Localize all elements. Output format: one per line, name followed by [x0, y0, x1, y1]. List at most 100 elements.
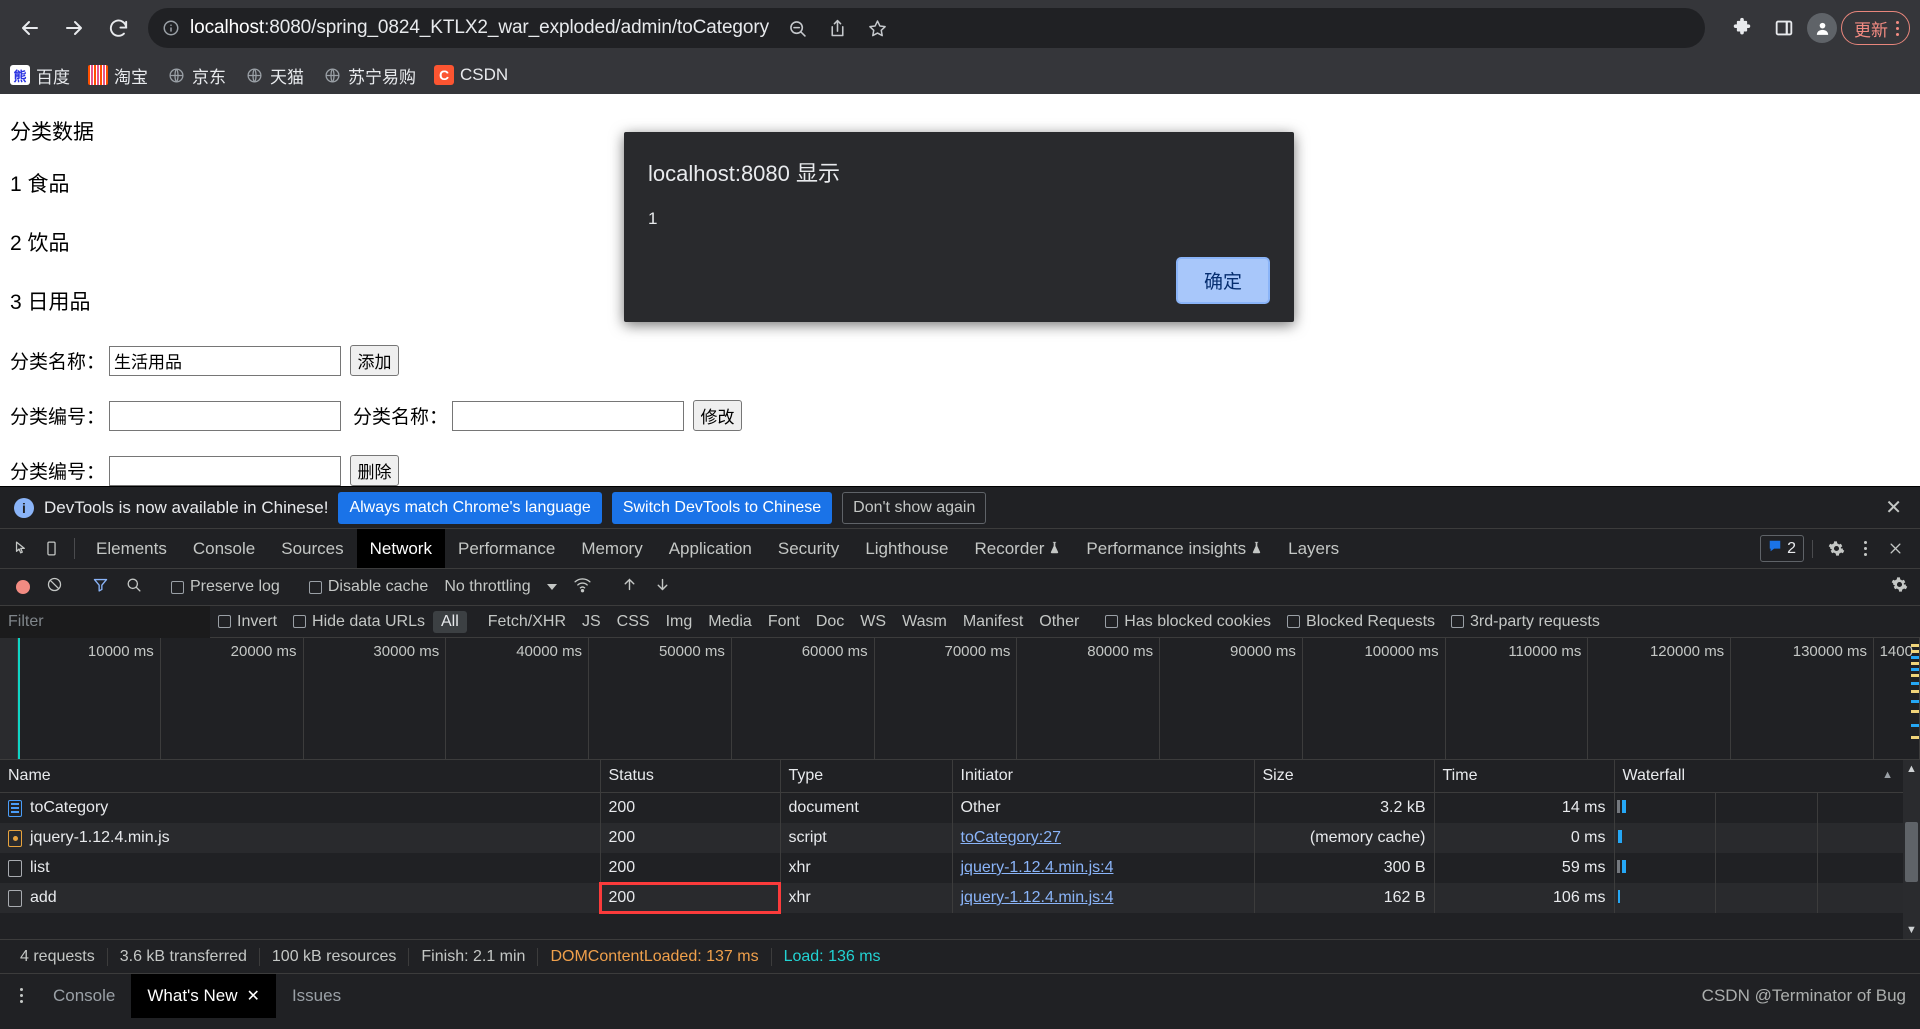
- throttling-select[interactable]: No throttling: [436, 578, 538, 596]
- filter-type-all[interactable]: All: [432, 610, 467, 633]
- initiator-link[interactable]: toCategory:27: [961, 829, 1062, 846]
- record-button[interactable]: [8, 580, 38, 594]
- import-har-button[interactable]: [613, 576, 646, 598]
- close-icon[interactable]: [1880, 541, 1910, 556]
- tab-recorder[interactable]: Recorder: [962, 529, 1074, 568]
- column-name[interactable]: Name: [0, 760, 601, 793]
- delete-id-input[interactable]: [109, 455, 342, 486]
- table-row[interactable]: add 200 xhr jquery-1.12.4.min.js:4 162 B…: [0, 882, 1920, 914]
- issues-badge[interactable]: 2: [1760, 535, 1804, 562]
- puzzle-extensions-icon[interactable]: [1723, 9, 1761, 47]
- filter-type-fetch-xhr[interactable]: Fetch/XHR: [480, 611, 574, 633]
- switch-devtools-chinese-button[interactable]: Switch DevTools to Chinese: [611, 491, 833, 524]
- update-id-input[interactable]: [109, 400, 342, 431]
- table-row[interactable]: list 200 xhr jquery-1.12.4.min.js:4 300 …: [0, 853, 1920, 883]
- close-icon[interactable]: ✕: [247, 986, 260, 1006]
- close-icon[interactable]: ✕: [1879, 495, 1908, 520]
- share-icon[interactable]: [819, 9, 857, 47]
- invert-checkbox[interactable]: Invert: [210, 613, 285, 631]
- scroll-up-icon[interactable]: ▲: [1906, 760, 1917, 778]
- bookmark-jd[interactable]: 京东: [166, 63, 226, 88]
- throttling-dropdown-arrow[interactable]: [539, 584, 565, 590]
- third-party-requests-checkbox[interactable]: 3rd-party requests: [1443, 613, 1608, 631]
- device-toolbar-icon[interactable]: [36, 529, 66, 568]
- bookmark-taobao[interactable]: 淘宝: [88, 63, 148, 88]
- back-button[interactable]: [10, 8, 50, 48]
- column-waterfall[interactable]: Waterfall ▲: [1614, 760, 1920, 793]
- initiator-link[interactable]: jquery-1.12.4.min.js:4: [961, 859, 1114, 876]
- bookmark-tmall[interactable]: 天猫: [244, 63, 304, 88]
- tab-sources[interactable]: Sources: [268, 529, 356, 568]
- update-name-input[interactable]: [452, 400, 685, 431]
- tab-performance[interactable]: Performance: [445, 529, 568, 568]
- forward-button[interactable]: [54, 8, 94, 48]
- table-row[interactable]: toCategory 200 document Other 3.2 kB 14 …: [0, 792, 1920, 823]
- gear-icon[interactable]: [1821, 540, 1851, 557]
- scrollbar-thumb[interactable]: [1905, 821, 1918, 882]
- column-size[interactable]: Size: [1254, 760, 1435, 793]
- reload-button[interactable]: [98, 8, 138, 48]
- add-button[interactable]: 添加: [350, 345, 400, 376]
- tab-console[interactable]: Console: [180, 529, 268, 568]
- address-bar[interactable]: localhost:8080/spring_0824_KTLX2_war_exp…: [148, 8, 1705, 48]
- zoom-out-icon[interactable]: [779, 9, 817, 47]
- chrome-menu-icon[interactable]: [1894, 20, 1901, 36]
- filter-type-img[interactable]: Img: [658, 611, 701, 633]
- initiator-link[interactable]: jquery-1.12.4.min.js:4: [961, 889, 1114, 906]
- tab-performance-insights[interactable]: Performance insights: [1073, 529, 1275, 568]
- tab-memory[interactable]: Memory: [568, 529, 655, 568]
- filter-toggle-button[interactable]: [84, 576, 117, 598]
- bookmark-star-icon[interactable]: [859, 9, 897, 47]
- table-row[interactable]: jquery-1.12.4.min.js 200 script toCatego…: [0, 823, 1920, 853]
- tab-network[interactable]: Network: [356, 529, 445, 568]
- column-time[interactable]: Time: [1434, 760, 1615, 793]
- filter-type-wasm[interactable]: Wasm: [894, 611, 955, 633]
- update-button[interactable]: 更新: [1841, 11, 1910, 45]
- dialog-ok-button[interactable]: 确定: [1175, 257, 1270, 304]
- bookmark-csdn[interactable]: C CSDN: [434, 65, 508, 85]
- dont-show-again-button[interactable]: Don't show again: [842, 491, 987, 524]
- tab-security[interactable]: Security: [765, 529, 852, 568]
- drawer-tab-issues[interactable]: Issues: [276, 974, 357, 1018]
- filter-type-media[interactable]: Media: [700, 611, 760, 633]
- export-har-button[interactable]: [646, 576, 679, 598]
- update-button[interactable]: 修改: [693, 400, 743, 431]
- filter-type-manifest[interactable]: Manifest: [955, 611, 1031, 633]
- bookmark-suning[interactable]: 苏宁易购: [322, 63, 416, 88]
- filter-type-other[interactable]: Other: [1031, 611, 1087, 633]
- inspect-element-icon[interactable]: [6, 529, 36, 568]
- tab-application[interactable]: Application: [656, 529, 765, 568]
- clear-button[interactable]: [38, 576, 71, 598]
- tab-elements[interactable]: Elements: [83, 529, 180, 568]
- preserve-log-checkbox[interactable]: Preserve log: [163, 578, 288, 596]
- search-button[interactable]: [117, 576, 150, 598]
- requests-scrollbar[interactable]: ▲ ▼: [1903, 760, 1920, 939]
- filter-type-ws[interactable]: WS: [852, 611, 894, 633]
- delete-button[interactable]: 删除: [350, 455, 400, 486]
- column-type[interactable]: Type: [780, 760, 953, 793]
- scroll-down-icon[interactable]: ▼: [1906, 921, 1917, 939]
- drawer-tab-whats-new[interactable]: What's New ✕: [131, 973, 276, 1018]
- always-match-language-button[interactable]: Always match Chrome's language: [338, 491, 602, 524]
- profile-avatar-icon[interactable]: [1807, 13, 1837, 43]
- hide-data-urls-checkbox[interactable]: Hide data URLs: [285, 613, 433, 631]
- tab-layers[interactable]: Layers: [1275, 529, 1352, 568]
- more-vertical-icon[interactable]: [1857, 541, 1874, 556]
- filter-input[interactable]: [0, 605, 210, 638]
- filter-type-js[interactable]: JS: [574, 611, 609, 633]
- disable-cache-checkbox[interactable]: Disable cache: [301, 578, 437, 596]
- filter-type-css[interactable]: CSS: [609, 611, 658, 633]
- column-status[interactable]: Status: [600, 760, 781, 793]
- blocked-requests-checkbox[interactable]: Blocked Requests: [1279, 613, 1443, 631]
- side-panel-icon[interactable]: [1765, 9, 1803, 47]
- bookmark-baidu[interactable]: 熊 百度: [10, 63, 70, 88]
- column-initiator[interactable]: Initiator: [952, 760, 1255, 793]
- add-name-input[interactable]: [109, 345, 342, 376]
- more-vertical-icon[interactable]: [6, 988, 37, 1003]
- site-info-icon[interactable]: [162, 19, 180, 37]
- drawer-tab-console[interactable]: Console: [37, 974, 131, 1018]
- network-timeline-overview[interactable]: 10000 ms 20000 ms 30000 ms 40000 ms 5000…: [0, 638, 1920, 760]
- filter-type-doc[interactable]: Doc: [808, 611, 852, 633]
- network-conditions-button[interactable]: [565, 576, 600, 598]
- tab-lighthouse[interactable]: Lighthouse: [852, 529, 961, 568]
